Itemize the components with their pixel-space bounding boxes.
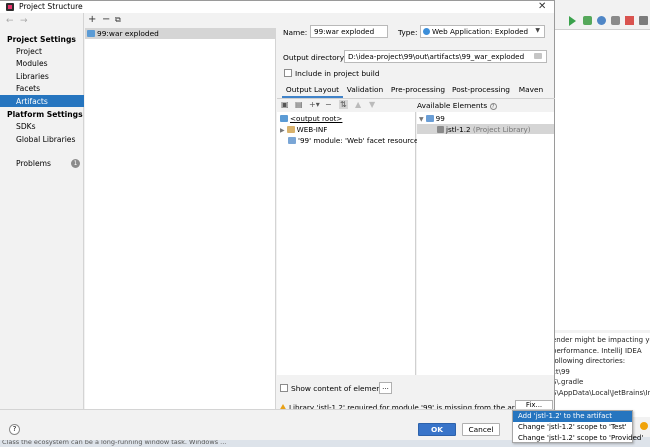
include-in-build-label: Include in project build [295, 69, 380, 78]
chevron-right-icon: ▶ [280, 127, 285, 134]
tree-item-output-root[interactable]: <output root> [280, 114, 342, 123]
ide-toolbar [555, 12, 650, 30]
tab-maven[interactable]: Maven [516, 85, 546, 98]
search-icon[interactable] [639, 16, 648, 25]
profile-icon[interactable] [611, 16, 620, 25]
library-name: jstl-1.2 [446, 125, 471, 134]
type-label: Type: [398, 28, 418, 37]
problems-count-badge: 1 [71, 159, 80, 168]
debug-icon[interactable] [583, 16, 592, 25]
artifact-list-toolbar: + − ⧉ [85, 13, 276, 28]
new-folder-icon[interactable]: ▣ [281, 100, 289, 109]
notification-line: S\AppData\Local\JetBrains\Int [552, 388, 650, 397]
project-settings-heading: Project Settings [7, 35, 76, 44]
nav-item-facets[interactable]: Facets [16, 84, 76, 93]
output-layout-pane: ▣ ▤ +▾ − ⇅ ▲ ▼ <output root> ▶ WEB-INF '9… [277, 99, 422, 375]
tree-item-facet-resources[interactable]: '99' module: 'Web' facet resources [288, 136, 422, 145]
nav-item-libraries[interactable]: Libraries [16, 72, 76, 81]
output-directory-input[interactable]: D:\idea-project\99\out\artifacts\99_war_… [344, 50, 547, 63]
move-down-icon[interactable]: ▼ [369, 100, 375, 109]
module-icon [425, 115, 434, 122]
notification-line: ender might be impacting yo [552, 336, 650, 344]
war-exploded-icon [87, 30, 95, 37]
menu-item-add-to-artifact[interactable]: Add 'jstl-1.2' to the artifact [513, 411, 632, 422]
back-arrow-icon[interactable]: ← [6, 16, 14, 26]
intellij-app-icon [6, 3, 14, 11]
sort-icon[interactable]: ⇅ [339, 100, 348, 109]
coverage-icon[interactable] [597, 16, 606, 25]
menu-item-scope-test[interactable]: Change 'jstl-1.2' scope to 'Test' [513, 422, 632, 433]
name-input[interactable]: 99:war exploded [310, 25, 388, 38]
close-icon[interactable]: ✕ [538, 1, 546, 12]
copy-icon[interactable]: ⧉ [115, 15, 121, 25]
library-scope: (Project Library) [472, 125, 531, 134]
show-content-checkbox[interactable] [280, 384, 288, 392]
chevron-down-icon: ▼ [535, 27, 540, 34]
add-copy-icon[interactable]: +▾ [309, 100, 320, 109]
tab-post-processing[interactable]: Post-processing [451, 85, 511, 98]
tree-item-module-99[interactable]: ▼ 99 [419, 114, 445, 123]
help-icon[interactable]: ? [489, 103, 497, 110]
stop-icon[interactable] [625, 16, 634, 25]
nav-item-sdks[interactable]: SDKs [16, 122, 76, 131]
tree-item-web-inf[interactable]: ▶ WEB-INF [280, 125, 327, 134]
library-icon [437, 126, 444, 133]
dialog-button-bar: ? OK Cancel [0, 409, 554, 440]
show-content-options-button[interactable]: ... [379, 382, 392, 394]
nav-item-global-libraries[interactable]: Global Libraries [16, 135, 76, 144]
nav-item-project[interactable]: Project [16, 47, 76, 56]
type-value: Web Application: Exploded [432, 27, 529, 36]
output-directory-label: Output directory: [283, 53, 347, 62]
warning-badge-icon[interactable] [640, 422, 648, 430]
cancel-button[interactable]: Cancel [462, 423, 500, 436]
nav-item-artifacts[interactable]: Artifacts [16, 97, 76, 106]
nav-item-modules[interactable]: Modules [16, 59, 76, 68]
notification-line: ct\99 [552, 367, 570, 376]
output-layout-toolbar: ▣ ▤ +▾ − ⇅ ▲ ▼ [277, 99, 416, 112]
web-globe-icon [423, 28, 430, 35]
dialog-title: Project Structure [19, 2, 83, 11]
include-in-build-checkbox[interactable] [284, 69, 292, 77]
show-content-label: Show content of elements [291, 384, 388, 393]
folder-browse-icon[interactable] [534, 53, 542, 59]
artifact-list-item[interactable]: 99:war exploded [85, 28, 276, 39]
archive-icon[interactable]: ▤ [295, 100, 303, 109]
folder-icon [286, 126, 295, 133]
ok-button[interactable]: OK [418, 423, 456, 436]
available-elements-pane: Available Elements ? ▼ 99 jstl-1.2 (Proje… [417, 99, 554, 375]
editor-background [555, 30, 650, 330]
fix-popup-menu: Add 'jstl-1.2' to the artifact Change 'j… [512, 410, 643, 444]
menu-item-scope-provided[interactable]: Change 'jstl-1.2' scope to 'Provided' [513, 433, 643, 444]
settings-nav: ← → Project Settings Project Modules Lib… [0, 13, 84, 409]
artifact-label: 99:war exploded [97, 29, 159, 38]
run-icon[interactable] [569, 16, 576, 26]
type-select[interactable]: Web Application: Exploded ▼ [420, 25, 545, 38]
nav-item-problems[interactable]: Problems [16, 159, 76, 168]
chevron-down-icon: ▼ [419, 116, 424, 123]
remove-icon[interactable]: − [102, 14, 110, 25]
available-elements-label: Available Elements [417, 101, 488, 110]
notification-line: performance. IntelliJ IDEA [552, 346, 642, 355]
help-button[interactable]: ? [9, 424, 20, 435]
tab-validation[interactable]: Validation [345, 85, 385, 98]
output-directory-value: D:\idea-project\99\out\artifacts\99_war_… [348, 52, 525, 61]
tab-pre-processing[interactable]: Pre-processing [390, 85, 446, 98]
dialog-titlebar[interactable]: Project Structure ✕ [0, 1, 554, 13]
project-structure-dialog: Project Structure ✕ ← → Project Settings… [0, 0, 555, 440]
platform-settings-heading: Platform Settings [7, 110, 83, 119]
notification-line: following directories: [552, 357, 626, 365]
background-notification: ender might be impacting yo performance.… [548, 333, 650, 417]
web-facet-icon [288, 137, 296, 144]
forward-arrow-icon[interactable]: → [20, 16, 28, 26]
available-elements-header: Available Elements ? [417, 99, 554, 112]
output-root-icon [280, 115, 288, 122]
remove-icon[interactable]: − [325, 100, 332, 109]
tree-item-jstl[interactable]: jstl-1.2 (Project Library) [417, 124, 554, 134]
move-up-icon[interactable]: ▲ [355, 100, 361, 109]
name-label: Name: [283, 28, 308, 37]
add-icon[interactable]: + [88, 14, 96, 25]
artifact-list: + − ⧉ 99:war exploded [85, 13, 276, 409]
notification-line: S\.gradle [552, 378, 584, 386]
